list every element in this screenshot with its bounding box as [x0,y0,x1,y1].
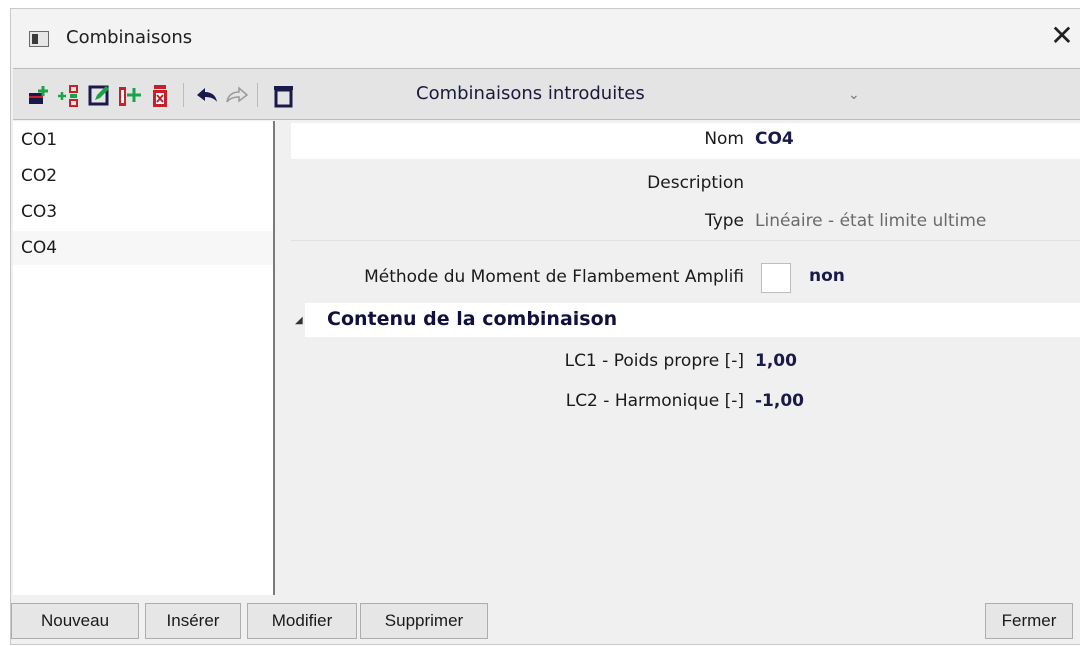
list-item[interactable]: CO2 [13,159,273,193]
type-value: Linéaire - état limite ultime [755,211,987,231]
nom-label: Nom [704,129,744,149]
lc1-value[interactable]: 1,00 [755,351,797,371]
redo-icon[interactable] [223,84,249,108]
nouveau-button[interactable]: Nouveau [11,603,139,639]
inserer-button[interactable]: Insérer [145,603,241,639]
fermer-button[interactable]: Fermer [985,603,1073,639]
properties-panel: Nom CO4 Description Type Linéaire - état… [289,121,1080,595]
list-item[interactable]: CO3 [13,195,273,229]
section-title: Contenu de la combinaison [327,308,618,330]
lc2-label: LC2 - Harmonique [-] [565,391,744,411]
description-label: Description [647,173,744,193]
type-label: Type [704,211,744,231]
close-icon[interactable]: ✕ [1047,21,1077,51]
combination-filter-select[interactable]: Combinaisons introduites ⌄ [408,75,868,113]
chevron-down-icon[interactable]: ⌄ [848,87,860,103]
filter-icon[interactable] [271,84,297,108]
nom-value[interactable]: CO4 [755,129,794,149]
modifier-button[interactable]: Modifier [247,603,357,639]
property-nom: Nom CO4 [289,121,1080,159]
toolbar: Combinaisons introduites ⌄ [13,68,1080,120]
property-type: Type Linéaire - état limite ultime [289,203,1080,241]
combinations-dialog: Combinaisons ✕ Combinaisons introduites … [10,8,1080,645]
property-method: Méthode du Moment de Flambement Amplifi … [289,259,1080,297]
lc1-label: LC1 - Poids propre [-] [564,351,744,371]
property-lc2: LC2 - Harmonique [-] -1,00 [289,383,1080,421]
edit-icon[interactable] [87,84,113,108]
app-icon [29,31,49,47]
new-icon[interactable] [27,84,53,108]
method-label: Méthode du Moment de Flambement Amplifi [364,267,744,287]
property-description: Description [289,165,1080,203]
list-item-selected[interactable]: CO4 [13,231,273,265]
combination-content-section[interactable]: ◢ Contenu de la combinaison [295,303,1080,337]
copy-icon[interactable] [117,84,143,108]
window-title: Combinaisons [66,27,193,48]
method-checkbox[interactable] [761,263,791,293]
title-bar: Combinaisons ✕ [11,9,1080,67]
list-item[interactable]: CO1 [13,123,273,157]
delete-icon[interactable] [149,84,175,108]
insert-icon[interactable] [57,84,83,108]
undo-icon[interactable] [195,84,221,108]
lc2-value[interactable]: -1,00 [755,391,804,411]
button-bar: Nouveau Insérer Modifier Supprimer Ferme… [11,599,1080,646]
combination-list: CO1 CO2 CO3 CO4 [13,121,275,595]
collapse-icon[interactable]: ◢ [295,315,303,326]
combo-selected-value: Combinaisons introduites [416,83,645,104]
property-lc1: LC1 - Poids propre [-] 1,00 [289,343,1080,381]
method-value: non [809,266,845,286]
supprimer-button[interactable]: Supprimer [360,603,488,639]
